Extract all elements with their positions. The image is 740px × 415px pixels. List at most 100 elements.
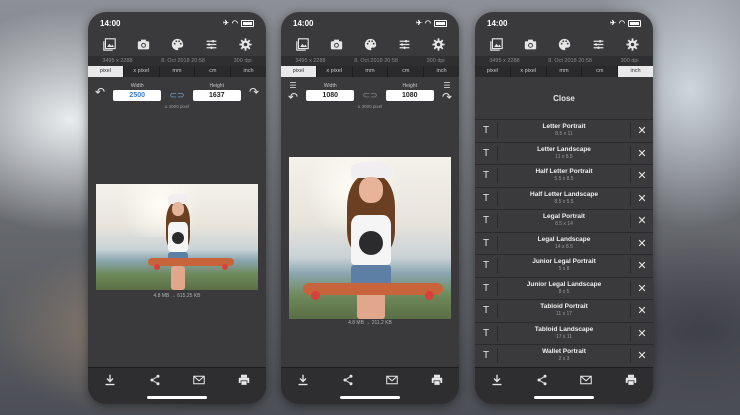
unit-x-pixel[interactable]: x pixel [511,66,547,77]
unit-pixel[interactable]: pixel [281,66,317,77]
print-icon[interactable] [431,374,443,386]
height-input[interactable]: 1080 [385,90,434,101]
camera-icon[interactable] [137,38,150,51]
redo-arrow-icon[interactable]: ↷ [247,85,261,99]
preset-row[interactable]: T Tabloid Landscape 17 x 11 ✕ [475,323,653,345]
preset-text[interactable]: Legal Landscape 14 x 8.5 [497,235,631,251]
text-format-icon[interactable]: T [475,215,497,226]
delete-icon[interactable]: ✕ [631,304,653,317]
menu-icon[interactable]: ☰ [289,81,296,90]
palette-icon[interactable] [558,38,571,51]
sliders-icon[interactable] [205,38,218,51]
preset-row[interactable]: T Tabloid Portrait 11 x 17 ✕ [475,300,653,323]
delete-icon[interactable]: ✕ [631,147,653,160]
unit-inch[interactable]: inch [618,66,653,77]
text-format-icon[interactable]: T [475,238,497,249]
delete-icon[interactable]: ✕ [631,214,653,227]
preset-row[interactable]: T Legal Landscape 14 x 8.5 ✕ [475,233,653,255]
preset-text[interactable]: Tabloid Landscape 17 x 11 [497,325,631,341]
menu-icon[interactable]: ☰ [443,81,450,90]
unit-inch[interactable]: inch [231,66,266,77]
camera-icon[interactable] [524,38,537,51]
undo-arrow-icon[interactable]: ↶ [93,85,107,99]
text-format-icon[interactable]: T [475,193,497,204]
text-format-icon[interactable]: T [475,170,497,181]
unit-x-pixel[interactable]: x pixel [124,66,160,77]
palette-icon[interactable] [364,38,377,51]
preset-text[interactable]: Legal Portrait 8.5 x 14 [497,213,631,229]
preset-row[interactable]: T Half Letter Landscape 8.5 x 5.5 ✕ [475,188,653,210]
preset-row[interactable]: T Legal Portrait 8.5 x 14 ✕ [475,210,653,233]
preset-row[interactable]: T Half Letter Portrait 5.5 x 8.5 ✕ [475,165,653,188]
share-icon[interactable] [149,374,161,386]
preset-row[interactable]: T Letter Landscape 11 x 8.5 ✕ [475,143,653,165]
camera-icon[interactable] [330,38,343,51]
battery-icon [241,19,254,27]
mail-icon[interactable] [580,374,593,386]
delete-icon[interactable]: ✕ [631,259,653,272]
unit-mm[interactable]: mm [160,66,196,77]
delete-icon[interactable]: ✕ [631,192,653,205]
gear-icon[interactable] [625,37,639,51]
gear-icon[interactable] [238,37,252,51]
preset-row[interactable]: T Wallet Portrait 2 x 3 ✕ [475,345,653,368]
preset-text[interactable]: Letter Portrait 8.5 x 11 [497,123,631,139]
unit-inch[interactable]: inch [424,66,459,77]
delete-icon[interactable]: ✕ [631,124,653,137]
unit-pixel[interactable]: pixel [475,66,511,77]
sliders-icon[interactable] [592,38,605,51]
preset-text[interactable]: Junior Legal Landscape 8 x 5 [497,280,631,296]
preset-row[interactable]: T Junior Legal Landscape 8 x 5 ✕ [475,278,653,300]
aspect-link-icon[interactable]: ⊂⊃ [362,90,377,101]
photo-library-icon[interactable] [102,37,116,51]
download-icon[interactable] [104,374,116,386]
gear-icon[interactable] [431,37,445,51]
delete-icon[interactable]: ✕ [631,237,653,250]
preset-row[interactable]: T Junior Legal Portrait 5 x 8 ✕ [475,255,653,278]
print-icon[interactable] [238,374,250,386]
palette-icon[interactable] [171,38,184,51]
print-icon[interactable] [625,374,637,386]
delete-icon[interactable]: ✕ [631,349,653,362]
share-icon[interactable] [342,374,354,386]
height-input[interactable]: 1637 [192,90,241,101]
download-icon[interactable] [491,374,503,386]
mail-icon[interactable] [386,374,399,386]
unit-pixel[interactable]: pixel [88,66,124,77]
text-format-icon[interactable]: T [475,260,497,271]
unit-mm[interactable]: mm [547,66,583,77]
width-input[interactable]: 2500 [113,90,162,101]
delete-icon[interactable]: ✕ [631,169,653,182]
delete-icon[interactable]: ✕ [631,327,653,340]
text-format-icon[interactable]: T [475,328,497,339]
mail-icon[interactable] [193,374,206,386]
unit-mm[interactable]: mm [353,66,389,77]
preset-text[interactable]: Junior Legal Portrait 5 x 8 [497,258,631,274]
preset-text[interactable]: Half Letter Landscape 8.5 x 5.5 [497,190,631,206]
preset-text[interactable]: Half Letter Portrait 5.5 x 8.5 [497,168,631,184]
preset-text[interactable]: Letter Landscape 11 x 8.5 [497,145,631,161]
text-format-icon[interactable]: T [475,305,497,316]
redo-arrow-icon[interactable]: ↷ [440,90,454,104]
unit-cm[interactable]: cm [195,66,232,77]
delete-icon[interactable]: ✕ [631,282,653,295]
close-button[interactable]: Close [475,77,653,120]
text-format-icon[interactable]: T [475,148,497,159]
unit-x-pixel[interactable]: x pixel [317,66,353,77]
text-format-icon[interactable]: T [475,283,497,294]
preset-text[interactable]: Tabloid Portrait 11 x 17 [497,303,631,319]
share-icon[interactable] [536,374,548,386]
sliders-icon[interactable] [398,38,411,51]
text-format-icon[interactable]: T [475,125,497,136]
photo-library-icon[interactable] [295,37,309,51]
preset-row[interactable]: T Letter Portrait 8.5 x 11 ✕ [475,120,653,143]
unit-cm[interactable]: cm [388,66,425,77]
text-format-icon[interactable]: T [475,350,497,361]
download-icon[interactable] [297,374,309,386]
aspect-link-icon[interactable]: ⊂⊃ [169,90,184,101]
unit-cm[interactable]: cm [582,66,619,77]
undo-arrow-icon[interactable]: ↶ [286,90,300,104]
width-input[interactable]: 1080 [306,90,355,101]
preset-text[interactable]: Wallet Portrait 2 x 3 [497,348,631,364]
photo-library-icon[interactable] [489,37,503,51]
